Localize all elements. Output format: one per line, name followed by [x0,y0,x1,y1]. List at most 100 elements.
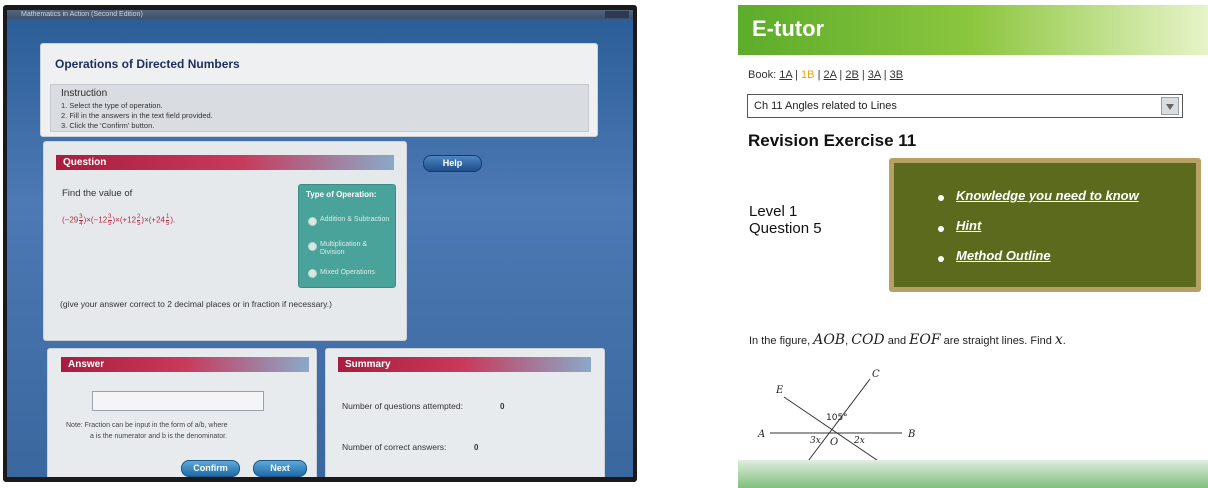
expr-part: )×(+12 [112,215,137,225]
instruction-step-2: 2. Fill in the answers in the text field… [61,111,213,120]
line-name: AOB [813,332,846,348]
question-number: Question 5 [749,220,822,237]
link-method-outline[interactable]: Method Outline [956,248,1051,263]
etutor-page: E-tutor Book: 1A | 1B | 2A | 2B | 3A | 3… [738,5,1208,488]
level-question-label: Level 1 Question 5 [749,203,822,237]
answer-input[interactable] [92,391,264,411]
fraction-denominator: 5 [166,221,170,227]
question-text-part: In the figure, [749,335,814,347]
chapter-selected-value: Ch 11 Angles related to Lines [754,100,897,112]
expr-part: ). [170,215,176,225]
app-workspace: Operations of Directed Numbers Instructi… [7,19,633,477]
chapter-select[interactable]: Ch 11 Angles related to Lines [747,94,1183,118]
app-screen: Mathematics in Action (Second Edition) O… [7,10,633,477]
etutor-banner: E-tutor [738,5,1208,55]
book-link-1b[interactable]: 1B [801,69,814,81]
point-b: B [907,429,915,440]
fraction-denominator: 5 [137,221,141,227]
monitor-bezel: Mathematics in Action (Second Edition) O… [3,5,637,482]
summary-section-bar: Summary [338,357,591,372]
question-text-part: and [884,335,910,347]
book-label: Book: [748,69,777,81]
window-titlebar: Mathematics in Action (Second Edition) [7,10,633,19]
etutor-title: E-tutor [752,16,825,41]
next-button[interactable]: Next [253,460,307,477]
correct-label: Number of correct answers: [342,442,447,452]
fraction-numerator: 2 [137,214,141,221]
book-link-2a[interactable]: 2A [824,69,837,81]
point-a: A [757,429,765,440]
fraction: 25 [137,214,141,227]
question-section-bar: Question [56,155,394,170]
label-mixed-operations[interactable]: Mixed Operations [320,269,392,277]
book-link-2b[interactable]: 2B [845,69,858,81]
label-multiplication-division[interactable]: Multiplication & Division [320,241,392,257]
attempted-label: Number of questions attempted: [342,401,463,411]
instruction-step-3: 3. Click the 'Confirm' button. [61,121,155,130]
line-name: EOF [909,332,941,348]
label-addition-subtraction[interactable]: Addition & Subtraction [320,216,392,224]
operation-type-title: Type of Operation: [306,190,377,199]
point-c: C [872,369,880,380]
answer-section-bar: Answer [61,357,309,372]
chevron-down-icon[interactable] [1161,97,1179,115]
variable-x: x [1054,332,1063,348]
link-knowledge[interactable]: Knowledge you need to know [956,188,1139,203]
question-text-part: are straight lines. Find [940,335,1055,347]
window-title: Mathematics in Action (Second Edition) [21,11,143,18]
book-selector: Book: 1A | 1B | 2A | 2B | 3A | 3B [748,69,904,81]
window-controls[interactable] [605,11,629,18]
question-prompt: Find the value of [62,188,133,199]
help-links-box: Knowledge you need to know Hint Method O… [889,158,1201,292]
instruction-heading: Instruction [61,88,108,99]
question-expression: (−29 3 4)×(−12 3 5)×(+12 2 5)×(+24 1 5). [62,214,175,227]
footer-strip [738,460,1208,488]
line-name: COD [851,332,885,348]
page-title: Operations of Directed Numbers [55,57,240,71]
exercise-title: Revision Exercise 11 [748,131,917,150]
question-text: In the figure, AOB, COD and EOF are stra… [749,332,1066,348]
fraction-denominator: 5 [108,221,112,227]
point-e: E [775,385,784,396]
expr-part: )×(−12 [83,215,108,225]
fraction-numerator: 3 [108,214,112,221]
radio-multiplication-division[interactable] [308,242,317,251]
angle-label-105: 105° [826,413,848,423]
bullet-icon [938,195,944,201]
book-link-1a[interactable]: 1A [779,69,792,81]
help-button[interactable]: Help [423,155,482,172]
radio-addition-subtraction[interactable] [308,217,317,226]
fraction-numerator: 3 [79,214,83,221]
level-label: Level 1 [749,203,798,220]
header-panel: Operations of Directed Numbers Instructi… [40,43,598,137]
operation-type-box: Type of Operation: Addition & Subtractio… [298,184,396,288]
question-text-part: . [1062,335,1066,347]
confirm-button[interactable]: Confirm [181,460,240,477]
instruction-box: Instruction 1. Select the type of operat… [50,84,589,132]
expr-part: (−29 [62,215,79,225]
angle-label-3x: 3x [810,436,821,446]
question-note: (give your answer correct to 2 decimal p… [60,299,332,309]
answer-note-line-1: Note: Fraction can be input in the form … [66,422,228,429]
answer-note-line-2: a is the numerator and b is the denomina… [90,433,227,440]
book-link-3a[interactable]: 3A [868,69,881,81]
book-link-3b[interactable]: 3B [890,69,903,81]
fraction-numerator: 1 [166,214,170,221]
expr-part: )×(+24 [141,215,165,225]
radio-mixed-operations[interactable] [308,269,317,278]
attempted-value: 0 [500,402,505,411]
point-o: O [830,437,838,448]
summary-panel: Summary Number of questions attempted: 0… [325,348,605,477]
answer-panel: Answer Note: Fraction can be input in th… [47,348,317,477]
angle-label-2x: 2x [853,436,865,446]
link-hint[interactable]: Hint [956,218,981,233]
fraction: 35 [108,214,112,227]
question-panel: Question Find the value of (−29 3 4)×(−12 3… [43,141,407,341]
fraction: 15 [166,214,170,227]
bullet-icon [938,226,944,232]
correct-value: 0 [474,443,479,452]
monitor-photo: Mathematics in Action (Second Edition) O… [0,0,640,488]
bullet-icon [938,256,944,262]
fraction: 34 [79,214,83,227]
instruction-step-1: 1. Select the type of operation. [61,101,163,110]
